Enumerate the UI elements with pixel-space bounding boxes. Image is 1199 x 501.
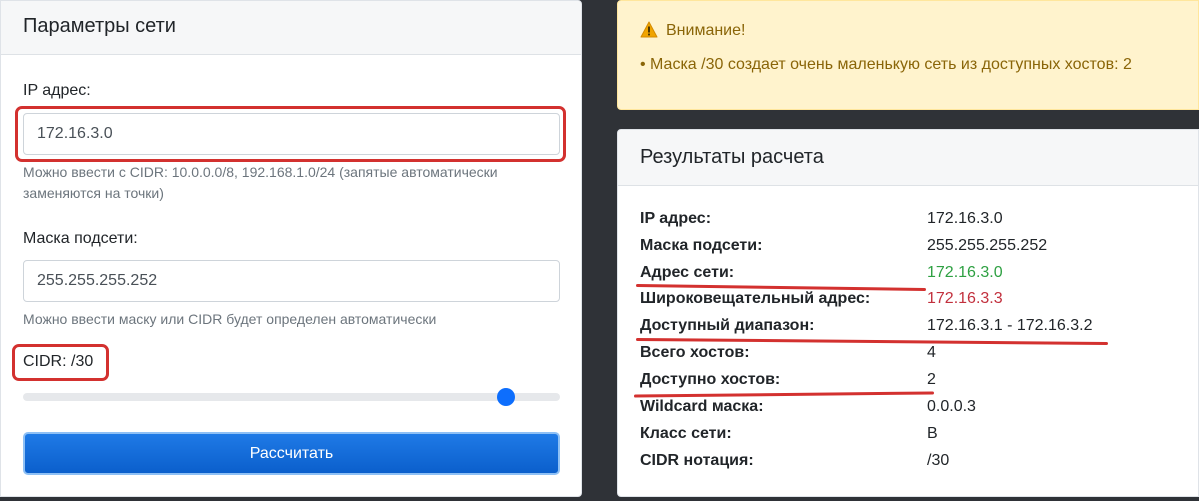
result-value: 2	[927, 371, 936, 388]
results-panel-title: Результаты расчета	[618, 130, 1198, 186]
result-row-total-hosts: Всего хостов: 4	[640, 344, 1198, 370]
result-value: B	[927, 425, 938, 442]
warning-triangle-icon	[640, 18, 658, 49]
ip-input-highlight	[15, 106, 566, 162]
result-row-class: Класс сети: B	[640, 425, 1198, 451]
network-params-panel: Параметры сети IP адрес: 172.16.3.0 Можн…	[0, 0, 582, 497]
ip-hint: Можно ввести с CIDR: 10.0.0.0/8, 192.168…	[23, 164, 498, 201]
result-key: Доступный диапазон:	[640, 317, 815, 334]
result-key: Широковещательный адрес:	[640, 290, 871, 307]
params-panel-title: Параметры сети	[1, 1, 581, 55]
mask-input-value: 255.255.255.252	[37, 272, 158, 289]
result-row-mask: Маска подсети: 255.255.255.252	[640, 237, 1198, 263]
result-row-cidr: CIDR нотация: /30	[640, 452, 1198, 478]
result-key: Адрес сети:	[640, 264, 735, 281]
warning-message: • Маска /30 создает очень маленькую сеть…	[640, 56, 1132, 73]
result-value-network: 172.16.3.0	[927, 264, 1003, 281]
result-key: Wildcard маска:	[640, 398, 764, 415]
result-row-wildcard: Wildcard маска: 0.0.0.3	[640, 398, 1198, 424]
result-row-ip: IP адрес: 172.16.3.0	[640, 210, 1198, 236]
result-key: Всего хостов:	[640, 344, 750, 361]
cidr-label-highlight	[12, 344, 109, 381]
warning-alert: Внимание! • Маска /30 создает очень мале…	[617, 0, 1199, 110]
mask-label: Маска подсети:	[23, 230, 138, 247]
result-row-broadcast: Широковещательный адрес: 172.16.3.3	[640, 290, 1198, 316]
cidr-slider[interactable]	[23, 388, 560, 406]
ip-label: IP адрес:	[23, 82, 91, 99]
result-value: 172.16.3.0	[927, 210, 1003, 227]
result-value-broadcast: 172.16.3.3	[927, 290, 1003, 307]
result-key: Класс сети:	[640, 425, 732, 442]
result-value: 172.16.3.1 - 172.16.3.2	[927, 317, 1093, 334]
cidr-slider-thumb[interactable]	[497, 388, 516, 406]
result-key: CIDR нотация:	[640, 452, 754, 469]
warning-title: Внимание!	[666, 22, 746, 39]
result-key: Доступно хостов:	[640, 371, 781, 388]
results-panel: Результаты расчета IP адрес: 172.16.3.0 …	[617, 129, 1199, 497]
result-value: 4	[927, 344, 936, 361]
warning-title-row: Внимание!	[640, 15, 1176, 49]
result-key: IP адрес:	[640, 210, 712, 227]
result-value: 0.0.0.3	[927, 398, 976, 415]
calculate-button[interactable]: Рассчитать	[23, 432, 560, 475]
result-key: Маска подсети:	[640, 237, 763, 254]
result-value: /30	[927, 452, 950, 469]
mask-hint: Можно ввести маску или CIDR будет опреде…	[23, 311, 437, 327]
mask-input[interactable]: 255.255.255.252	[23, 260, 560, 302]
result-value: 255.255.255.252	[927, 237, 1048, 254]
